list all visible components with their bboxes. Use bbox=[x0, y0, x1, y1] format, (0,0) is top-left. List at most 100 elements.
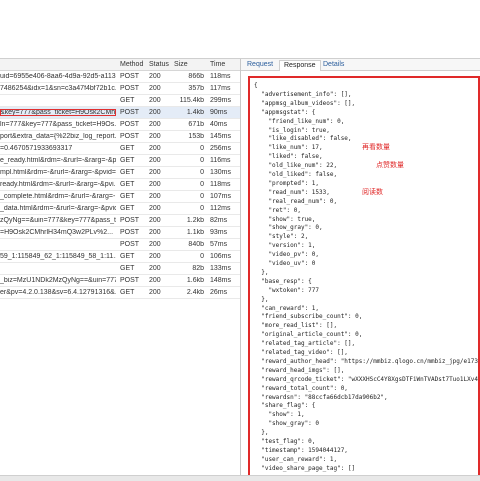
request-row[interactable]: &key=777&pass_ticket=H9Osk2CMh POST 200 1.4… bbox=[0, 107, 240, 119]
response-json-viewer[interactable]: { "advertisement_info": [], "appmsg_albu… bbox=[248, 76, 480, 475]
json-line: "test_flag": 0, bbox=[254, 438, 316, 445]
request-size: 1.4kb bbox=[186, 109, 204, 116]
json-line: "rewardsn": "88ccfa66dcb17da906b2", bbox=[254, 393, 388, 401]
request-method: GET bbox=[120, 289, 135, 296]
request-size: 1.2kb bbox=[186, 217, 204, 224]
request-status: 200 bbox=[149, 169, 161, 176]
request-size: 0 bbox=[200, 253, 204, 260]
json-line: "video_share_page_tag": [] bbox=[254, 464, 356, 472]
request-time: 133ms bbox=[210, 265, 232, 272]
request-url: port&extra_data={%22biz_log_report... bbox=[0, 133, 116, 140]
json-line: }, bbox=[254, 295, 269, 303]
request-row[interactable]: ln=777&key=777&pass_ticket=H9Os... POST 20… bbox=[0, 119, 240, 131]
json-line: "original_article_count": 0, bbox=[254, 331, 363, 339]
request-row[interactable]: mpl.html&rdm=-&rurl=-&rarg=-&pvid=... GET… bbox=[0, 167, 240, 179]
request-method: GET bbox=[120, 265, 135, 272]
tab-response[interactable]: Response bbox=[279, 60, 321, 71]
request-status: 200 bbox=[149, 241, 161, 248]
json-line: "base_resp": { bbox=[254, 277, 312, 285]
request-row[interactable]: ready.html&rdm=-&rurl=-&rarg=-&pvi... GET… bbox=[0, 179, 240, 191]
request-status: 200 bbox=[149, 253, 161, 260]
request-row[interactable]: 59_1:115849_62_1:115849_58_1:11... GET 200… bbox=[0, 251, 240, 263]
request-url: &key=777&pass_ticket=H9Osk2CMh bbox=[0, 109, 116, 116]
request-status: 200 bbox=[149, 157, 161, 164]
json-line: "can_reward": 1, bbox=[254, 304, 320, 312]
request-url: 59_1:115849_62_1:115849_58_1:11... bbox=[0, 253, 116, 260]
request-time: 106ms bbox=[210, 253, 232, 260]
request-time: 130ms bbox=[210, 169, 232, 176]
request-row[interactable]: uid=6955e406-8aa6-4d9a-92d5-a113... POST 2… bbox=[0, 71, 240, 83]
json-line: "reward_total_count": 0, bbox=[254, 384, 348, 392]
request-status: 200 bbox=[149, 193, 161, 200]
request-size: 0 bbox=[200, 157, 204, 164]
request-url: =0.4670571933693317 bbox=[0, 145, 73, 152]
request-row[interactable]: er&pv=4.2.0.138&sv=6.4.12791316&... GET 20… bbox=[0, 287, 240, 299]
request-status: 200 bbox=[149, 205, 161, 212]
request-row[interactable]: GET 200 82b 133ms bbox=[0, 263, 240, 275]
json-line: "appmsgstat": { bbox=[254, 108, 316, 116]
request-url: uid=6955e406-8aa6-4d9a-92d5-a113... bbox=[0, 73, 116, 80]
json-line: "show": 1, bbox=[254, 411, 305, 419]
request-time: 57ms bbox=[210, 241, 228, 248]
json-line: "like_num": 17, bbox=[254, 144, 323, 152]
request-time: 26ms bbox=[210, 289, 228, 296]
request-time: 107ms bbox=[210, 193, 232, 200]
request-row[interactable]: 7486254&idx=1&sn=c3a47f4bf72b1c... POST 20… bbox=[0, 83, 240, 95]
request-url: mpl.html&rdm=-&rurl=-&rarg=-&pvid=... bbox=[0, 169, 116, 176]
request-row[interactable]: POST 200 840b 57ms bbox=[0, 239, 240, 251]
request-method: POST bbox=[120, 109, 140, 116]
request-method: POST bbox=[120, 217, 140, 224]
request-list-panel: Method Status Size Time uid=6955e406-8aa… bbox=[0, 59, 240, 475]
request-size: 2.4kb bbox=[186, 289, 204, 296]
request-time: 90ms bbox=[210, 109, 228, 116]
request-method: GET bbox=[120, 253, 135, 260]
annotation-old_like: 点赞数量 bbox=[376, 162, 404, 170]
column-method[interactable]: Method bbox=[120, 61, 143, 68]
json-line: "prompted": 1, bbox=[254, 179, 320, 187]
request-method: GET bbox=[120, 181, 135, 188]
request-row[interactable]: =H9Osk2CMhrlH34mQ3w2PLv%2... POST 200 1.1kb… bbox=[0, 227, 240, 239]
request-size: 0 bbox=[200, 145, 204, 152]
request-url: _biz=MzU1NDk2MzQyNg==&uin=777... bbox=[0, 277, 116, 284]
json-line: }, bbox=[254, 268, 269, 276]
detail-tabs: Request Response Details bbox=[241, 59, 480, 71]
annotation-read: 阅读数 bbox=[362, 188, 383, 196]
request-status: 200 bbox=[149, 277, 161, 284]
column-status[interactable]: Status bbox=[149, 61, 169, 68]
request-size: 866b bbox=[188, 73, 204, 80]
json-line: "friend_subscribe_count": 0, bbox=[254, 313, 363, 321]
json-line: "read_num": 1533, bbox=[254, 188, 330, 196]
request-url: e_ready.html&rdm=-&rurl=-&rarg=-&p... bbox=[0, 157, 116, 164]
request-row[interactable]: _data.html&rdm=-&rurl=-&rarg=-&pvid... GE… bbox=[0, 203, 240, 215]
request-row[interactable]: _biz=MzU1NDk2MzQyNg==&uin=777... POST 200 1… bbox=[0, 275, 240, 287]
request-row[interactable]: port&extra_data={%22biz_log_report... POS… bbox=[0, 131, 240, 143]
json-line: "liked": false, bbox=[254, 153, 323, 161]
request-url: zQyNg==&uin=777&key=777&pass_ti... bbox=[0, 217, 116, 224]
request-row[interactable]: _complete.html&rdm=-&rurl=-&rarg=-... GET… bbox=[0, 191, 240, 203]
bottom-scrollbar[interactable] bbox=[0, 475, 480, 481]
request-status: 200 bbox=[149, 109, 161, 116]
request-status: 200 bbox=[149, 133, 161, 140]
request-url: er&pv=4.2.0.138&sv=6.4.12791316&... bbox=[0, 289, 116, 296]
request-status: 200 bbox=[149, 265, 161, 272]
column-size[interactable]: Size bbox=[174, 61, 188, 68]
request-method: GET bbox=[120, 145, 135, 152]
json-line: "share_flag": { bbox=[254, 402, 316, 410]
request-size: 1.6kb bbox=[186, 277, 204, 284]
column-time[interactable]: Time bbox=[210, 61, 225, 68]
request-row[interactable]: =0.4670571933693317 GET 200 0 256ms bbox=[0, 143, 240, 155]
tab-request[interactable]: Request bbox=[243, 60, 277, 70]
request-row[interactable]: GET 200 115.4kb 299ms bbox=[0, 95, 240, 107]
request-time: 118ms bbox=[210, 73, 231, 80]
request-method: POST bbox=[120, 73, 140, 80]
request-status: 200 bbox=[149, 145, 161, 152]
request-method: GET bbox=[120, 157, 135, 164]
json-line: "show": true, bbox=[254, 215, 316, 223]
tab-details[interactable]: Details bbox=[319, 60, 348, 70]
request-status: 200 bbox=[149, 289, 161, 296]
request-method: GET bbox=[120, 97, 135, 104]
request-row[interactable]: e_ready.html&rdm=-&rurl=-&rarg=-&p... GET… bbox=[0, 155, 240, 167]
request-time: 112ms bbox=[210, 205, 231, 212]
request-row[interactable]: zQyNg==&uin=777&key=777&pass_ti... POST 20… bbox=[0, 215, 240, 227]
json-line: "more_read_list": [], bbox=[254, 322, 338, 330]
